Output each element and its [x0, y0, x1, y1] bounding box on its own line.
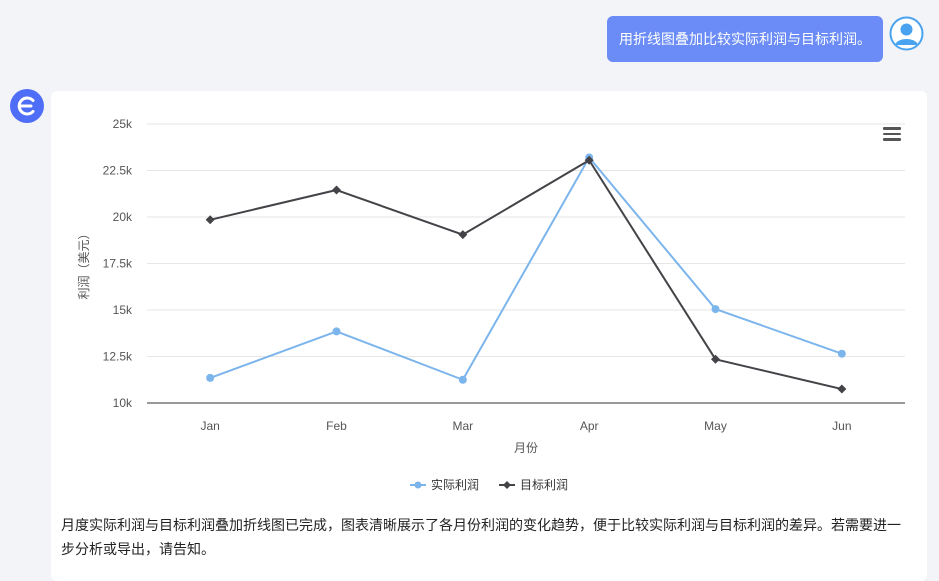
x-tick-label: Jun [832, 419, 851, 433]
legend-item-target[interactable]: 目标利润 [499, 476, 568, 493]
user-avatar-icon [889, 16, 924, 51]
data-point-actual [458, 375, 467, 384]
y-tick-label: 22.5k [103, 164, 133, 178]
data-point-actual [711, 305, 720, 314]
x-tick-label: Jan [200, 419, 219, 433]
x-tick-label: Apr [580, 419, 599, 433]
data-point-target [458, 230, 468, 240]
data-point-actual [837, 349, 846, 358]
assistant-response-card: 10k 12.5k 15k 17.5k 20k 22.5k 25k Jan Feb Mar Apr M… [51, 91, 927, 581]
chart-legend: 实际利润 目标利润 [51, 476, 927, 493]
y-tick-label: 10k [113, 396, 133, 410]
y-tick-label: 20k [113, 210, 133, 224]
series-line-actual [209, 156, 843, 381]
data-point-actual [206, 373, 215, 382]
data-point-target [837, 384, 847, 394]
y-tick-label: 12.5k [103, 350, 133, 364]
assistant-reply-text: 月度实际利润与目标利润叠加折线图已完成，图表清晰展示了各月份利润的变化趋势，便于… [61, 517, 901, 557]
hamburger-menu-icon[interactable] [883, 127, 901, 141]
x-tick-label: Feb [326, 419, 347, 433]
bot-logo-icon [10, 89, 44, 123]
y-tick-label: 17.5k [103, 257, 133, 271]
x-tick-label: May [704, 419, 727, 433]
user-message-text: 用折线图叠加比较实际利润与目标利润。 [619, 31, 871, 47]
profit-line-chart: 10k 12.5k 15k 17.5k 20k 22.5k 25k Jan Feb Mar Apr M… [77, 117, 905, 455]
series-line-target [209, 159, 843, 391]
x-tick-label: Mar [452, 419, 473, 433]
legend-target-label: 目标利润 [520, 478, 569, 492]
legend-item-actual[interactable]: 实际利润 [409, 476, 479, 493]
legend-actual-marker [409, 481, 426, 488]
y-axis-title: 利润（美元） [77, 227, 91, 299]
legend-target-marker [499, 480, 515, 489]
user-message-bubble: 用折线图叠加比较实际利润与目标利润。 [607, 16, 883, 62]
legend-actual-label: 实际利润 [430, 478, 479, 492]
data-point-target [332, 185, 341, 195]
x-axis-title: 月份 [514, 441, 538, 455]
y-tick-label: 15k [113, 303, 133, 317]
data-point-actual [332, 327, 341, 336]
y-tick-label: 25k [113, 117, 133, 131]
